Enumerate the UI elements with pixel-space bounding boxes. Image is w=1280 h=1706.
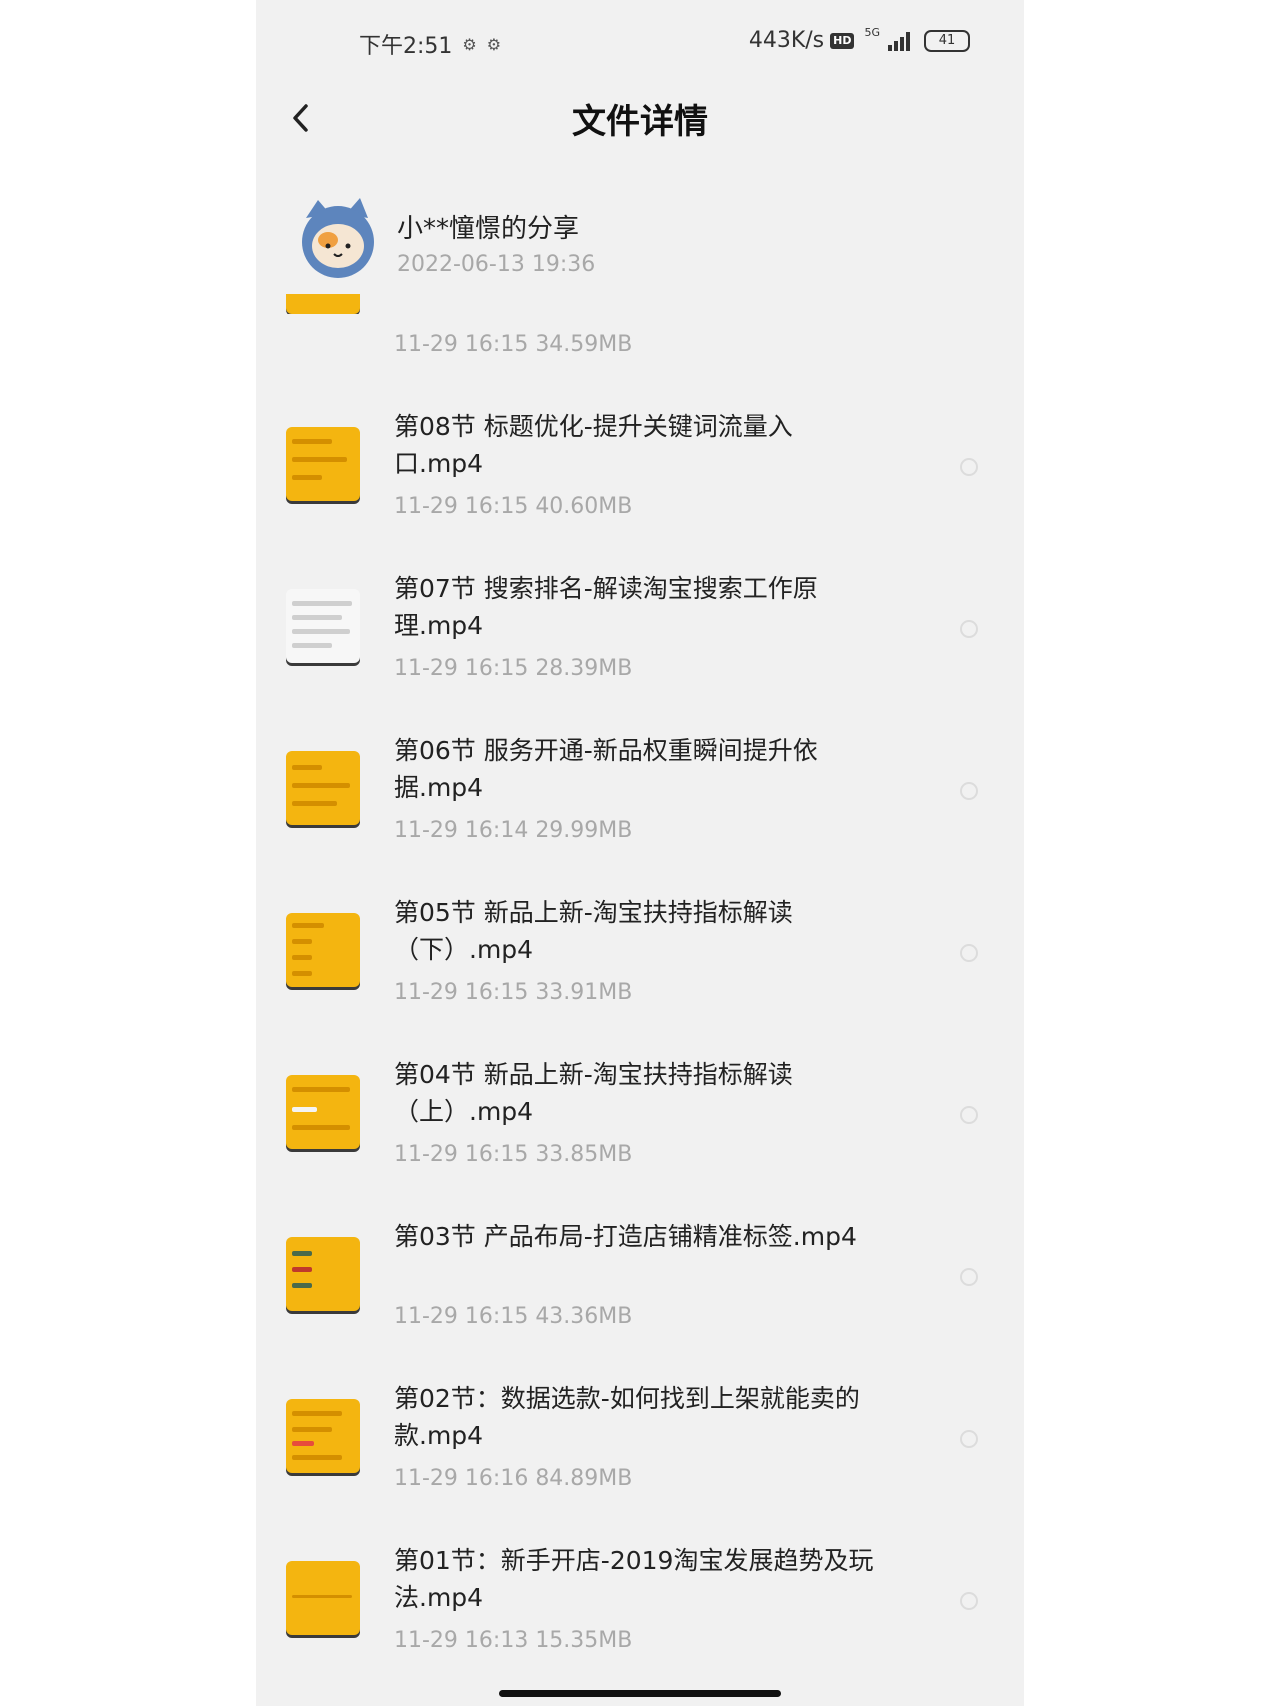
video-thumbnail [286,427,360,501]
video-thumbnail [286,751,360,825]
select-radio[interactable] [960,782,978,800]
file-meta: 11-29 16:13 15.35MB [394,1628,633,1653]
list-item[interactable]: 第07节 搜索排名-解读淘宝搜索工作原理.mp4 11-29 16:15 28.… [256,562,1024,723]
list-item[interactable]: 第03节 产品布局-打造店铺精准标签.mp4 11-29 16:15 43.36… [256,1210,1024,1371]
list-item[interactable]: 第02节：数据选款-如何找到上架就能卖的款.mp4 11-29 16:16 84… [256,1372,1024,1533]
list-item[interactable]: 第01节：新手开店-2019淘宝发展趋势及玩法.mp4 11-29 16:13 … [256,1534,1024,1695]
video-thumbnail [286,913,360,987]
cat-avatar-icon[interactable] [296,196,380,280]
file-meta: 11-29 16:15 28.39MB [394,656,633,681]
video-thumbnail [286,1075,360,1149]
file-name: 第02节：数据选款-如何找到上架就能卖的款.mp4 [394,1384,860,1450]
network-speed: 443K/s [748,28,825,53]
list-item[interactable]: 第08节 标题优化-提升关键词流量入口.mp4 11-29 16:15 40.6… [256,400,1024,561]
select-radio[interactable] [960,620,978,638]
file-meta: 11-29 16:15 33.91MB [394,980,633,1005]
file-meta: 11-29 16:15 33.85MB [394,1142,633,1167]
select-radio[interactable] [960,1592,978,1610]
select-radio[interactable] [960,458,978,476]
list-item[interactable]: 第04节 新品上新-淘宝扶持指标解读（上）.mp4 11-29 16:15 33… [256,1048,1024,1209]
file-meta: 11-29 16:14 29.99MB [394,818,633,843]
file-name: 第03节 产品布局-打造店铺精准标签.mp4 [394,1222,857,1251]
video-thumbnail [286,1399,360,1473]
battery-icon: 41 [924,29,970,52]
status-bar-right: 443K/s HD 5G 41 [748,26,970,53]
select-radio[interactable] [960,1268,978,1286]
file-name: 第01节：新手开店-2019淘宝发展趋势及玩法.mp4 [394,1546,874,1612]
phone-screen: 下午2:51 ⚙ ⚙ 443K/s HD 5G 41 文件详情 11-29 16… [256,0,1024,1706]
select-radio[interactable] [960,1430,978,1448]
video-thumbnail [286,1561,360,1635]
file-meta: 11-29 16:15 40.60MB [394,494,633,519]
status-time: 下午2:51 [359,34,453,59]
sharer-name: 小**憧憬的分享 [397,214,580,244]
page-title: 文件详情 [572,102,708,142]
status-bar-left: 下午2:51 ⚙ ⚙ [359,28,501,60]
hd-icon: HD [830,32,855,49]
file-meta: 11-29 16:15 43.36MB [394,1304,633,1329]
notification-icon-2: ⚙ [486,34,502,54]
signal-icon [888,31,910,51]
file-meta: 11-29 16:15 34.59MB [394,332,633,357]
list-item[interactable]: 第06节 服务开通-新品权重瞬间提升依据.mp4 11-29 16:14 29.… [256,724,1024,885]
select-radio[interactable] [960,1106,978,1124]
select-radio[interactable] [960,944,978,962]
video-thumbnail [286,589,360,663]
notification-icon: ⚙ [462,34,477,54]
file-name: 第04节 新品上新-淘宝扶持指标解读（上）.mp4 [394,1060,793,1126]
video-thumbnail [286,1237,360,1311]
file-name: 第08节 标题优化-提升关键词流量入口.mp4 [394,412,793,478]
share-time: 2022-06-13 19:36 [397,252,596,277]
home-indicator[interactable] [499,1690,781,1697]
file-name: 第06节 服务开通-新品权重瞬间提升依据.mp4 [394,736,818,802]
network-type: 5G [864,26,880,39]
file-meta: 11-29 16:16 84.89MB [394,1466,633,1491]
file-name: 第05节 新品上新-淘宝扶持指标解读（下）.mp4 [394,898,793,964]
list-item[interactable]: 第05节 新品上新-淘宝扶持指标解读（下）.mp4 11-29 16:15 33… [256,886,1024,1047]
file-name: 第07节 搜索排名-解读淘宝搜索工作原理.mp4 [394,574,818,640]
